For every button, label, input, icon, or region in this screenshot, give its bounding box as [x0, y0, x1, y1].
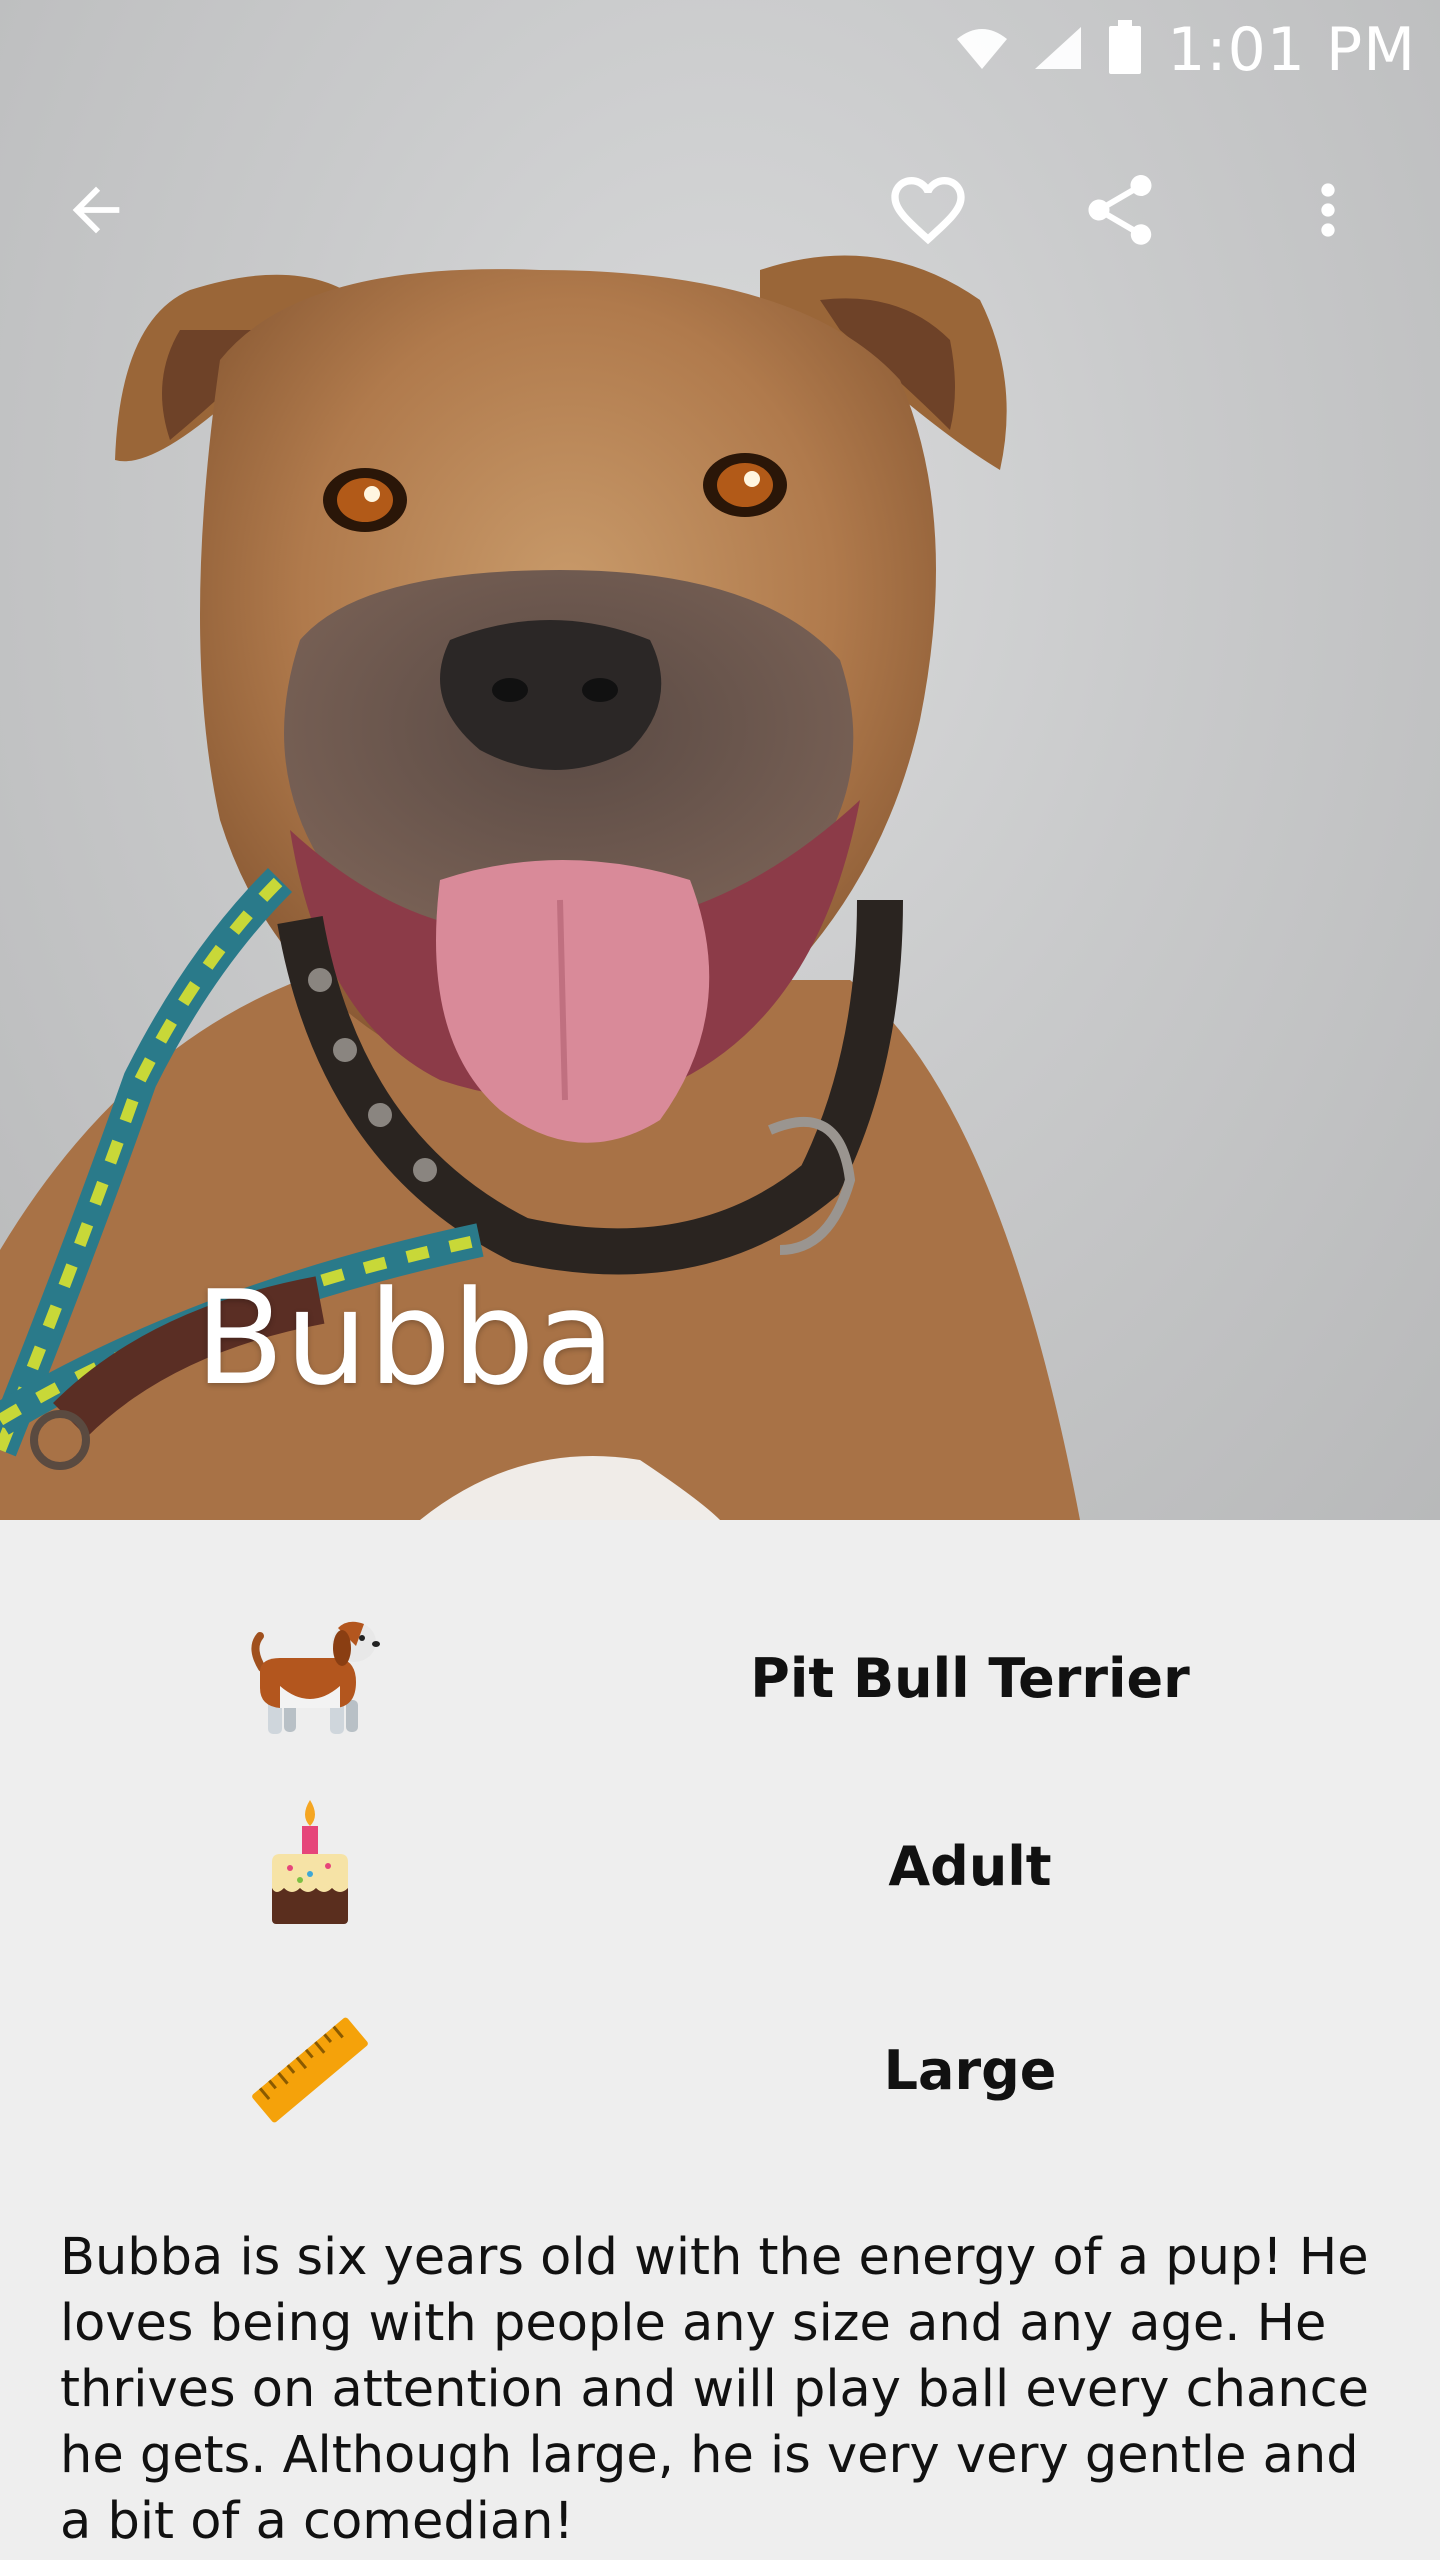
- birthday-cake-icon: [230, 1786, 390, 1946]
- more-vert-icon: [1321, 183, 1335, 237]
- share-icon: [1088, 175, 1152, 245]
- cell-signal-icon: [1033, 25, 1083, 75]
- share-button[interactable]: [1050, 140, 1190, 280]
- size-row: Large: [0, 1990, 1440, 2150]
- favorite-button[interactable]: [858, 140, 998, 280]
- age-row: Adult: [0, 1786, 1440, 1946]
- age-value: Adult: [888, 1834, 1052, 1898]
- status-time: 1:01 PM: [1167, 15, 1416, 85]
- wifi-icon: [955, 25, 1009, 75]
- heart-outline-icon: [891, 177, 965, 245]
- dog-icon: [230, 1598, 390, 1758]
- breed-value: Pit Bull Terrier: [750, 1646, 1190, 1710]
- pet-description: Bubba is six years old with the energy o…: [60, 2228, 1369, 2551]
- back-button[interactable]: [26, 140, 166, 280]
- ruler-icon: [230, 1990, 390, 2150]
- size-value: Large: [883, 2038, 1057, 2102]
- back-arrow-icon: [72, 186, 120, 234]
- more-options-button[interactable]: [1258, 140, 1398, 280]
- battery-icon: [1107, 20, 1143, 80]
- toolbar: [0, 140, 1440, 280]
- breed-row: Pit Bull Terrier: [0, 1598, 1440, 1758]
- pet-name: Bubba: [195, 1262, 617, 1414]
- pet-detail-screen: 1:01 PM Bubba Pit Bull Terrier Adult Lar…: [0, 0, 1440, 2560]
- status-bar: 1:01 PM: [0, 0, 1440, 100]
